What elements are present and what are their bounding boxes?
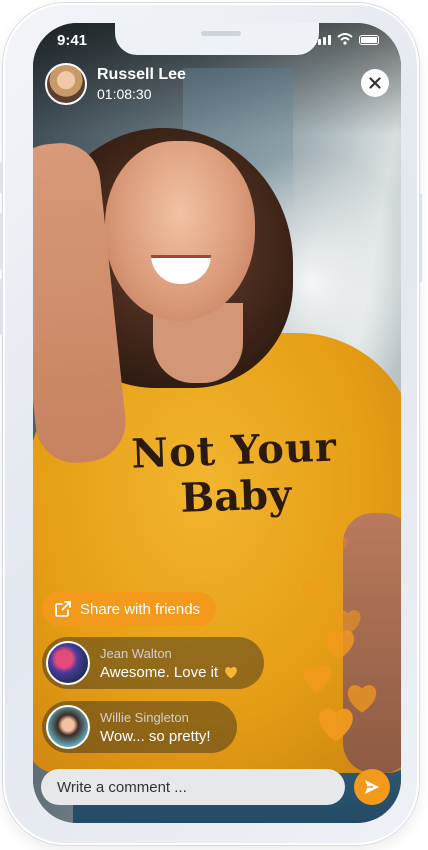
- battery-icon: [359, 35, 379, 45]
- commenter-avatar[interactable]: [46, 641, 90, 685]
- shirt-print-line-2: Baby: [179, 471, 293, 522]
- comment-item: Willie Singleton Wow... so pretty!: [42, 701, 237, 753]
- comment-message: Awesome. Love it: [100, 663, 219, 681]
- share-label: Share with friends: [80, 600, 201, 618]
- signal-icon: [313, 35, 331, 45]
- floating-heart-icon: [319, 708, 353, 742]
- shirt-print-line-1: Not Your: [130, 423, 338, 478]
- live-stream-screen: Not Your Baby 9:41 Russell Lee 01:08:30 …: [33, 23, 401, 823]
- commenter-name: Jean Walton: [100, 645, 172, 661]
- face: [105, 141, 255, 321]
- host-info: Russell Lee 01:08:30: [97, 66, 186, 102]
- shirt-print: Not Your Baby: [103, 423, 366, 524]
- status-time: 9:41: [57, 32, 88, 49]
- commenter-name: Willie Singleton: [100, 709, 189, 725]
- floating-heart-icon: [302, 579, 326, 603]
- phone-side-button: [0, 163, 3, 193]
- phone-volume-down: [0, 279, 3, 335]
- floating-heart-icon: [323, 630, 355, 660]
- share-icon: [55, 601, 71, 617]
- floating-heart-icon: [326, 536, 348, 556]
- phone-frame: Not Your Baby 9:41 Russell Lee 01:08:30 …: [0, 3, 422, 845]
- commenter-avatar[interactable]: [46, 705, 90, 749]
- close-button[interactable]: [361, 69, 389, 97]
- wifi-icon: [337, 33, 353, 45]
- comment-message: Wow... so pretty!: [100, 727, 211, 745]
- floating-heart-icon: [302, 665, 332, 693]
- host-avatar[interactable]: [45, 63, 87, 105]
- status-icons: [313, 33, 379, 45]
- host-header[interactable]: Russell Lee 01:08:30: [45, 63, 186, 105]
- comment-input-placeholder: Write a comment ...: [57, 778, 187, 796]
- send-button[interactable]: [354, 769, 390, 805]
- phone-power-button: [419, 193, 422, 283]
- stream-timer: 01:08:30: [97, 86, 152, 102]
- notch-speaker: [201, 31, 241, 36]
- heart-emoji-icon: [225, 666, 238, 678]
- comment-item: Jean Walton Awesome. Love it: [42, 637, 265, 689]
- send-icon: [365, 780, 379, 794]
- share-with-friends-button[interactable]: Share with friends: [42, 592, 217, 626]
- phone-volume-up: [0, 213, 3, 269]
- host-name: Russell Lee: [97, 66, 186, 83]
- comment-input[interactable]: Write a comment ...: [41, 769, 345, 805]
- close-icon: [369, 77, 381, 89]
- phone-notch: [115, 23, 319, 55]
